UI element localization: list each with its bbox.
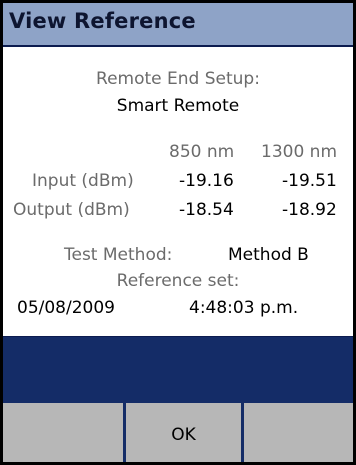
title-bar: View Reference bbox=[3, 3, 353, 47]
softkey-left[interactable] bbox=[3, 403, 123, 462]
input-value-1300: -19.51 bbox=[282, 171, 337, 191]
reference-set-label: Reference set: bbox=[116, 271, 240, 291]
output-value-850: -18.54 bbox=[179, 200, 234, 220]
reference-date: 05/08/2009 bbox=[17, 298, 115, 318]
softkey-bar: OK bbox=[3, 403, 353, 462]
softkey-right[interactable] bbox=[244, 403, 353, 462]
output-label: Output (dBm) bbox=[13, 200, 130, 220]
blue-status-bar bbox=[3, 336, 353, 404]
test-method-label: Test Method: bbox=[64, 245, 173, 265]
ok-button[interactable]: OK bbox=[126, 403, 241, 462]
header-850nm: 850 nm bbox=[169, 142, 235, 162]
input-label: Input (dBm) bbox=[32, 171, 134, 191]
remote-end-setup-label: Remote End Setup: bbox=[96, 69, 260, 89]
test-method-value: Method B bbox=[228, 245, 309, 265]
ok-button-label: OK bbox=[171, 425, 196, 445]
remote-end-setup-value: Smart Remote bbox=[116, 96, 240, 116]
view-reference-dialog: View Reference Remote End Setup: Smart R… bbox=[0, 0, 356, 465]
input-value-850: -19.16 bbox=[179, 171, 234, 191]
output-value-1300: -18.92 bbox=[282, 200, 337, 220]
header-1300nm: 1300 nm bbox=[261, 142, 338, 162]
window-title: View Reference bbox=[9, 9, 196, 33]
reference-time: 4:48:03 p.m. bbox=[189, 298, 299, 318]
reference-details: Remote End Setup: Smart Remote 850 nm 13… bbox=[3, 47, 353, 336]
